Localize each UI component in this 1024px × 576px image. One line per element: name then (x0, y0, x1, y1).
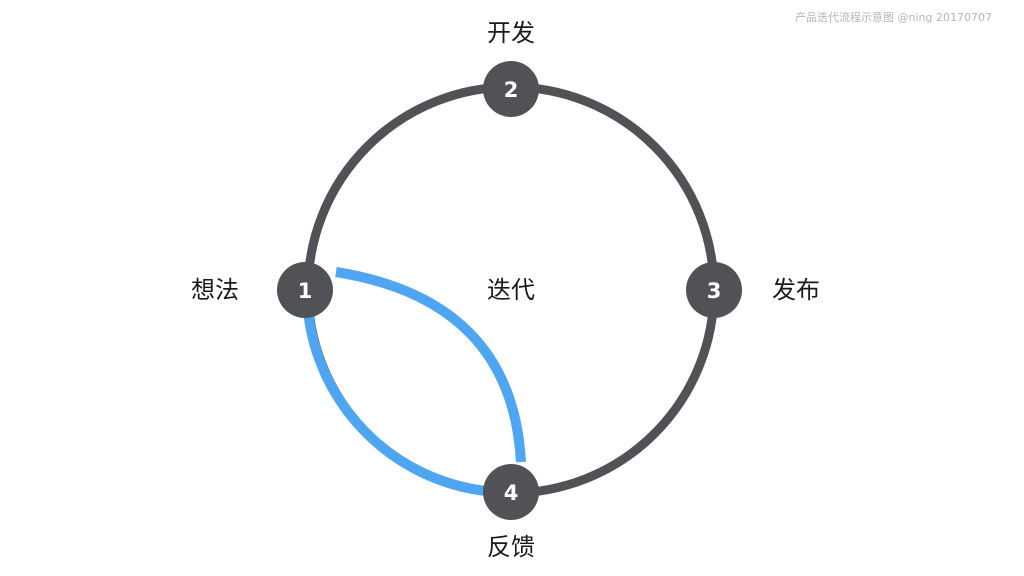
node-feedback-number: 4 (504, 481, 519, 505)
loop-outer-arc (303, 310, 487, 496)
node-release-label: 发布 (772, 276, 820, 304)
node-release-number: 3 (707, 279, 722, 303)
node-idea-number: 1 (298, 279, 313, 303)
node-feedback: 4 反馈 (483, 464, 539, 561)
diagram-canvas: 产品迭代流程示意图 @ning 20170707 迭代 1 想法 2 开发 3 … (0, 0, 1024, 576)
node-idea: 1 想法 (191, 262, 333, 318)
node-develop: 2 开发 (483, 19, 539, 117)
iteration-diagram: 迭代 1 想法 2 开发 3 发布 4 反馈 (191, 19, 820, 561)
node-release: 3 发布 (686, 262, 820, 318)
node-idea-label: 想法 (191, 276, 239, 304)
center-label: 迭代 (487, 276, 535, 304)
node-develop-label: 开发 (487, 19, 535, 47)
node-feedback-label: 反馈 (487, 533, 535, 561)
node-develop-number: 2 (504, 78, 519, 102)
